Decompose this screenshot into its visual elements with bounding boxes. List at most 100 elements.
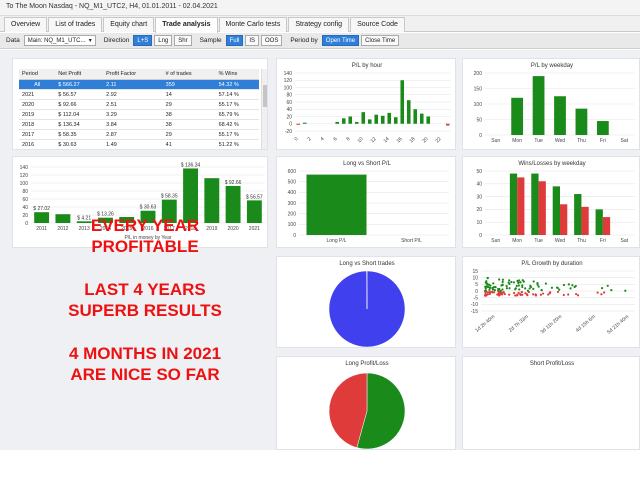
losses-bar — [517, 177, 525, 235]
column-header[interactable]: Profit Factor — [103, 69, 163, 80]
scatter-point — [521, 284, 524, 287]
x-tick-label: Mon — [512, 238, 522, 244]
data-label: $ 92.66 — [225, 180, 242, 186]
table-row[interactable]: 2020 $ 92.66 2.51 29 55.17 % — [19, 99, 259, 110]
y-tick-label: 60 — [286, 100, 292, 106]
scatter-point — [574, 284, 577, 288]
tab-source-code[interactable]: Source Code — [350, 17, 405, 32]
chart-title: Long Profit/Loss — [345, 361, 388, 367]
table-row[interactable]: 2019 $ 112.04 3.29 38 65.79 % — [19, 109, 259, 120]
wins-bar — [574, 194, 582, 235]
table-cell: 14 — [162, 89, 216, 100]
tab-list-of-trades[interactable]: List of trades — [48, 17, 103, 32]
scatter-point — [501, 278, 505, 281]
scatter-point — [501, 280, 504, 284]
scatter-point — [576, 294, 580, 297]
wins-bar — [531, 173, 539, 235]
scatter-point — [534, 293, 537, 296]
tab-equity-chart[interactable]: Equity chart — [103, 17, 155, 32]
window-title: To The Moon Nasdaq - NQ_M1_UTC2, H4, 01.… — [0, 0, 640, 16]
x-tick-label: 16 — [395, 136, 403, 144]
table-cell: 55.17 % — [215, 99, 259, 110]
table-row[interactable]: 2021 $ 56.57 2.92 14 57.14 % — [19, 89, 259, 100]
sample-oos-button[interactable]: OOS — [260, 35, 283, 46]
table-row[interactable]: All $ 566.27 2.11 359 54.32 % — [19, 79, 259, 90]
chart-title: Wins/Losses by weekday — [518, 161, 585, 167]
table-scrollbar[interactable] — [261, 69, 267, 149]
tab-strategy-config[interactable]: Strategy config — [288, 17, 350, 32]
scatter-point — [484, 285, 487, 288]
y-tick-label: 40 — [286, 107, 292, 113]
column-header[interactable]: Net Profit — [55, 69, 104, 80]
bar — [393, 117, 398, 124]
y-tick-label: 100 — [288, 222, 297, 228]
direction-ls-button[interactable]: L+S — [133, 35, 153, 46]
x-tick-label: Sat — [621, 138, 629, 144]
x-tick-label: 4 — [319, 136, 325, 142]
table-row[interactable]: 2017 $ 58.35 2.87 29 55.17 % — [19, 129, 259, 140]
promo-line: LAST 4 YEARS — [84, 280, 206, 299]
tab-trade-analysis[interactable]: Trade analysis — [155, 17, 218, 33]
wins-bar — [552, 186, 560, 235]
data-select[interactable]: Main: NQ_M1_UTC... ▾ — [23, 35, 96, 46]
chart-panel-long-vs-short-pl: Long vs Short P/L 0 100 200 300 400 500 600 Long… — [276, 156, 456, 248]
column-header[interactable]: Period — [19, 69, 56, 80]
direction-short-button[interactable]: Shr — [174, 35, 192, 46]
scrollbar-thumb[interactable] — [263, 85, 267, 107]
table-cell: 3.29 — [103, 109, 163, 120]
x-tick-label: Sun — [491, 238, 500, 244]
y-tick-label: 600 — [288, 169, 297, 175]
x-tick-label: Fri — [600, 238, 606, 244]
chart-title: Short Profit/Loss — [530, 361, 574, 367]
scatter-point — [513, 291, 516, 295]
x-tick-label: Mon — [512, 138, 522, 144]
x-tick-label: 10 — [356, 136, 364, 144]
scatter-point — [501, 283, 504, 287]
y-tick-label: 120 — [20, 173, 29, 179]
table-cell: 41 — [162, 139, 216, 150]
x-tick-label: 6 — [332, 136, 338, 142]
tab-overview[interactable]: Overview — [4, 17, 48, 32]
scatter-point — [562, 293, 565, 297]
scatter-point — [505, 284, 508, 288]
bar — [335, 121, 340, 124]
bar — [596, 121, 609, 135]
column-header[interactable]: % Wins — [215, 69, 259, 80]
tab-monte-carlo-tests[interactable]: Monte Carlo tests — [218, 17, 288, 32]
sample-is-button[interactable]: IS — [245, 35, 259, 46]
sample-full-button[interactable]: Full — [225, 35, 244, 46]
bar — [387, 112, 392, 124]
bar — [532, 76, 545, 135]
y-tick-label: -5 — [474, 295, 479, 301]
chart-panel-wins-losses: Wins/Losses by weekday 0 10 20 30 40 50 Sun Mon T… — [462, 156, 640, 248]
table-row[interactable]: 2016 $ 30.63 1.49 41 51.22 % — [19, 139, 259, 150]
scatter-point — [558, 288, 561, 291]
table-row[interactable]: 2018 $ 136.34 3.84 38 68.42 % — [19, 119, 259, 130]
scatter-point — [497, 290, 500, 293]
chart-panel-long-vs-short-trades: Long vs Short trades — [276, 256, 456, 348]
period-label: Period by — [290, 37, 318, 44]
direction-long-button[interactable]: Lng — [154, 35, 173, 46]
y-tick-label: 140 — [20, 165, 29, 171]
losses-bar — [560, 204, 568, 235]
bar — [348, 116, 353, 124]
y-tick-label: 50 — [476, 169, 482, 175]
x-tick-label: Tue — [534, 238, 543, 244]
period-close-time-button[interactable]: Close Time — [361, 35, 400, 46]
period-open-time-button[interactable]: Open Time — [321, 35, 360, 46]
scatter-point — [518, 288, 521, 291]
y-tick-label: 0 — [479, 233, 482, 239]
scatter-point — [539, 293, 543, 296]
table-cell: 2017 — [19, 129, 56, 140]
table-cell: 2.87 — [103, 129, 163, 140]
bar — [380, 115, 385, 124]
table-cell: 2019 — [19, 109, 56, 120]
scatter-point — [575, 292, 578, 296]
chart-title: P/L by hour — [352, 63, 382, 69]
table-cell: 2.11 — [103, 79, 163, 90]
table-cell: 54.32 % — [215, 79, 259, 90]
column-header[interactable]: # of trades — [162, 69, 216, 80]
scatter-point — [512, 281, 516, 284]
losses-bar — [581, 206, 589, 235]
y-tick-label: 100 — [284, 85, 293, 91]
